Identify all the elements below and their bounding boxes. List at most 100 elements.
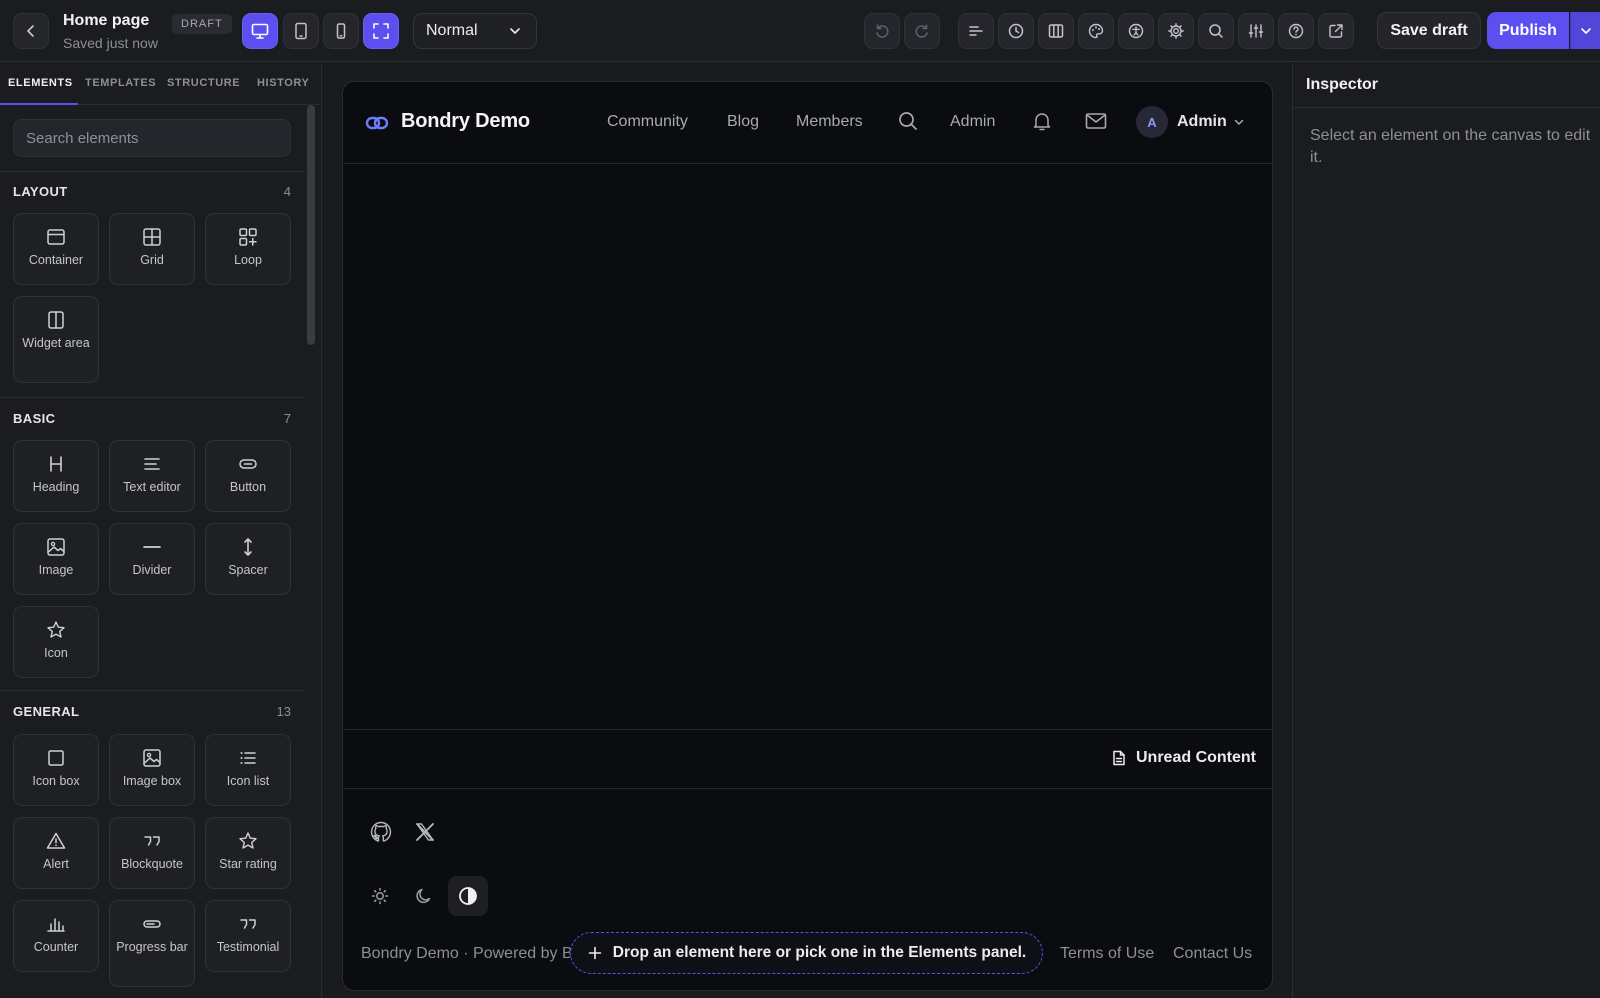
chevron-down-icon — [510, 28, 520, 34]
revisions-button[interactable] — [998, 13, 1034, 49]
mobile-view-button[interactable] — [323, 13, 359, 49]
section-header-basic[interactable]: BASIC 7 — [13, 411, 291, 431]
element-spacer[interactable]: Spacer — [205, 523, 291, 595]
redo-button[interactable] — [904, 13, 940, 49]
accessibility-button[interactable] — [1118, 13, 1154, 49]
canvas-drop-zone[interactable] — [343, 164, 1272, 810]
heading-icon — [50, 456, 62, 472]
element-label: Alert — [43, 857, 69, 871]
help-icon — [1288, 23, 1304, 39]
mode-select-value: Normal — [426, 22, 478, 39]
align-button[interactable] — [958, 13, 994, 49]
element-star-rating[interactable]: Star rating — [205, 817, 291, 889]
vertical-arrows-icon — [244, 538, 252, 556]
element-text-editor[interactable]: Text editor — [109, 440, 195, 512]
element-icon-box[interactable]: Icon box — [13, 734, 99, 806]
columns-button[interactable] — [1038, 13, 1074, 49]
publish-button[interactable]: Publish — [1487, 12, 1569, 49]
tab-structure[interactable]: STRUCTURE — [167, 63, 240, 105]
element-alert[interactable]: Alert — [13, 817, 99, 889]
site-header[interactable]: Bondry Demo Community Blog Members Admin… — [343, 82, 1272, 164]
element-icon-list[interactable]: Icon list — [205, 734, 291, 806]
tablet-view-button[interactable] — [283, 13, 319, 49]
element-image-box[interactable]: Image box — [109, 734, 195, 806]
search-elements-input[interactable] — [13, 119, 291, 157]
nav-link-community[interactable]: Community — [607, 113, 688, 131]
search-button[interactable] — [1198, 13, 1234, 49]
footer-link-terms[interactable]: Terms of Use — [1060, 945, 1154, 963]
site-name[interactable]: Bondry Demo — [401, 110, 530, 133]
dark-theme-button[interactable] — [404, 876, 444, 916]
warning-triangle-icon — [46, 832, 66, 849]
button-icon — [239, 459, 257, 469]
bell-icon[interactable] — [1031, 110, 1053, 132]
element-label: Divider — [132, 563, 172, 577]
page-title: Home page — [63, 12, 150, 29]
widget-area-icon — [48, 311, 64, 329]
section-header-general[interactable]: GENERAL 13 — [13, 704, 291, 724]
gear-icon — [1168, 23, 1184, 39]
link-chain-icon[interactable] — [365, 111, 389, 135]
desktop-view-button[interactable] — [242, 13, 278, 49]
drop-element-hint[interactable]: Drop an element here or pick one in the … — [570, 932, 1043, 974]
redo-icon — [915, 24, 928, 38]
section-divider — [0, 690, 305, 691]
loop-icon — [239, 228, 257, 246]
section-header-layout[interactable]: LAYOUT 4 — [13, 184, 291, 204]
mode-select[interactable]: Normal — [413, 13, 537, 49]
panel-tabs: ELEMENTS TEMPLATES STRUCTURE HISTORY — [0, 63, 321, 105]
element-progress-bar[interactable]: Progress bar — [109, 900, 195, 987]
quote-icon — [240, 919, 256, 929]
element-widget-area[interactable]: Widget area — [13, 296, 99, 383]
mail-icon[interactable] — [1084, 110, 1108, 132]
tab-history[interactable]: HISTORY — [257, 63, 310, 105]
nav-link-admin[interactable]: Admin — [950, 113, 995, 131]
section-title: BASIC — [13, 411, 56, 426]
avatar[interactable]: A — [1136, 106, 1168, 138]
tab-elements[interactable]: ELEMENTS — [0, 63, 78, 105]
adjustments-button[interactable] — [1238, 13, 1274, 49]
element-counter[interactable]: Counter — [13, 900, 99, 972]
user-menu-name[interactable]: Admin — [1177, 113, 1227, 131]
panel-scrollbar[interactable] — [307, 105, 315, 345]
element-image[interactable]: Image — [13, 523, 99, 595]
element-loop[interactable]: Loop — [205, 213, 291, 285]
x-twitter-icon[interactable] — [413, 820, 437, 844]
element-button[interactable]: Button — [205, 440, 291, 512]
search-icon[interactable] — [897, 110, 919, 132]
element-heading[interactable]: Heading — [13, 440, 99, 512]
unread-content-link[interactable]: Unread Content — [1110, 749, 1256, 767]
footer-link-contact[interactable]: Contact Us — [1173, 945, 1252, 963]
fullscreen-button[interactable] — [363, 13, 399, 49]
element-label: Image — [38, 563, 74, 577]
publish-options-button[interactable] — [1570, 12, 1600, 49]
nav-link-members[interactable]: Members — [796, 113, 863, 131]
element-icon[interactable]: Icon — [13, 606, 99, 678]
element-label: Icon — [44, 646, 68, 660]
system-theme-button[interactable] — [448, 876, 488, 916]
tab-templates[interactable]: TEMPLATES — [85, 63, 156, 105]
star-icon — [239, 832, 257, 849]
element-label: Grid — [140, 253, 164, 267]
nav-link-blog[interactable]: Blog — [727, 113, 759, 131]
element-container[interactable]: Container — [13, 213, 99, 285]
columns-icon — [1048, 24, 1064, 38]
light-theme-button[interactable] — [360, 876, 400, 916]
theme-palette-button[interactable] — [1078, 13, 1114, 49]
editor-canvas[interactable]: Bondry Demo Community Blog Members Admin… — [342, 81, 1273, 991]
undo-button[interactable] — [864, 13, 900, 49]
open-external-button[interactable] — [1318, 13, 1354, 49]
element-grid[interactable]: Grid — [109, 213, 195, 285]
chevron-down-icon[interactable] — [1233, 116, 1245, 128]
save-draft-button[interactable]: Save draft — [1377, 12, 1481, 49]
help-button[interactable] — [1278, 13, 1314, 49]
palette-icon — [1088, 23, 1104, 39]
element-label: Spacer — [228, 563, 268, 577]
element-blockquote[interactable]: Blockquote — [109, 817, 195, 889]
github-icon[interactable] — [369, 820, 393, 844]
element-testimonial[interactable]: Testimonial — [205, 900, 291, 972]
settings-button[interactable] — [1158, 13, 1194, 49]
drop-hint-text: Drop an element here or pick one in the … — [612, 944, 1027, 961]
back-button[interactable] — [13, 13, 49, 49]
element-divider[interactable]: Divider — [109, 523, 195, 595]
